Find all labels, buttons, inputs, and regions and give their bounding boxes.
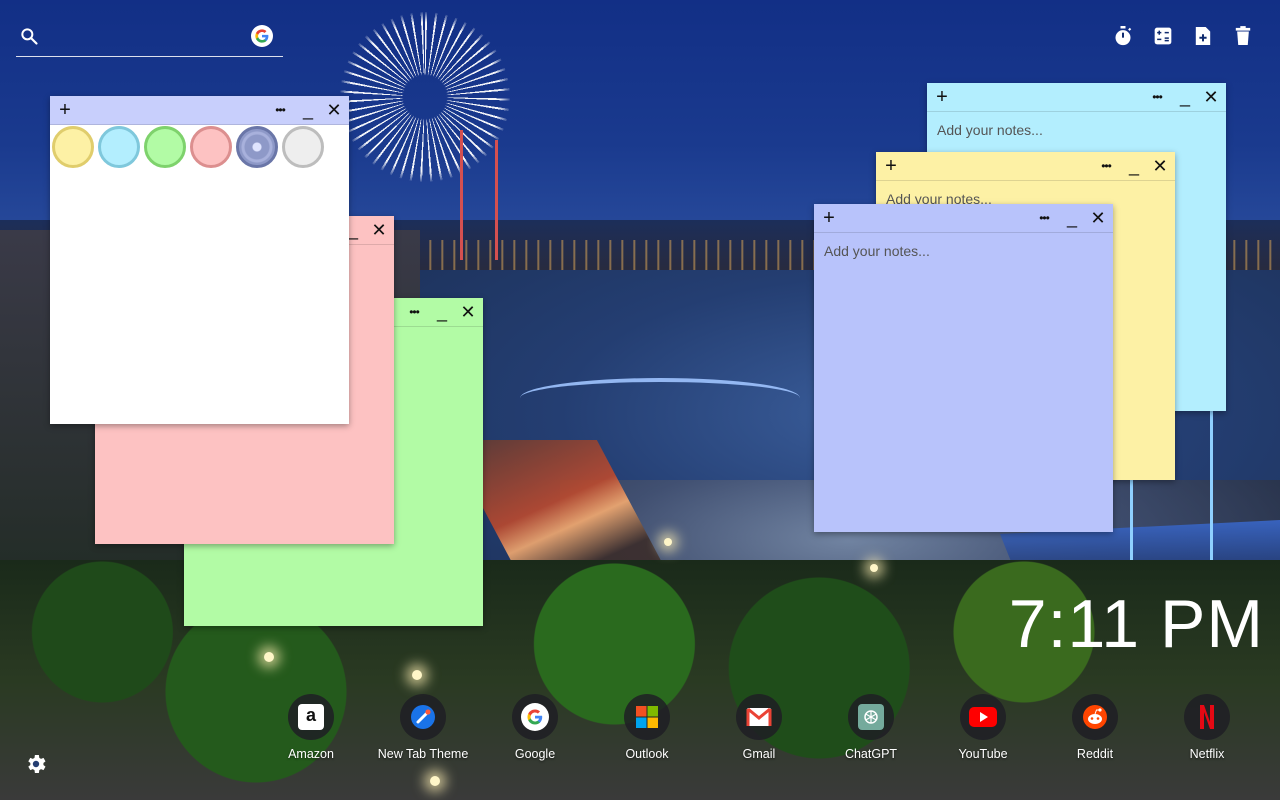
gear-icon[interactable] (24, 752, 48, 776)
calculator-icon[interactable] (1152, 24, 1174, 48)
shortcut-dock: a Amazon New Tab Theme Google Outlook Gm… (255, 694, 1263, 761)
chatgpt-icon[interactable] (848, 694, 894, 740)
sticky-note-white[interactable]: + ••• _ ✕ (50, 96, 349, 424)
close-button[interactable]: ✕ (455, 298, 481, 326)
firework (340, 12, 510, 182)
shortcut-label[interactable]: New Tab Theme (378, 747, 469, 761)
note-menu-button[interactable]: ••• (401, 298, 427, 326)
street-lamp (664, 538, 672, 546)
shortcut-label[interactable]: YouTube (958, 747, 1007, 761)
add-note-button[interactable]: + (929, 83, 955, 111)
minimize-button[interactable]: _ (429, 298, 455, 326)
reddit-icon[interactable] (1072, 694, 1118, 740)
search-bar (16, 20, 283, 57)
color-swatch-white[interactable] (282, 126, 324, 168)
shortcut-amazon[interactable]: a Amazon (255, 694, 367, 761)
crane (495, 140, 498, 260)
street-lamp (264, 652, 274, 662)
shortcut-outlook[interactable]: Outlook (591, 694, 703, 761)
shortcut-label[interactable]: Google (515, 747, 555, 761)
shortcut-gmail[interactable]: Gmail (703, 694, 815, 761)
new-tab-theme-icon[interactable] (400, 694, 446, 740)
shortcut-label[interactable]: Netflix (1190, 747, 1225, 761)
google-icon[interactable] (251, 25, 273, 47)
close-button[interactable]: ✕ (1198, 83, 1224, 111)
note-header[interactable]: + ••• _ ✕ (814, 204, 1113, 233)
street-lamp (870, 564, 878, 572)
street-lamp (430, 776, 440, 786)
note-header[interactable]: + ••• _ ✕ (876, 152, 1175, 181)
note-menu-button[interactable]: ••• (267, 96, 293, 124)
shortcut-label[interactable]: Outlook (625, 747, 668, 761)
search-icon[interactable] (19, 26, 39, 46)
shortcut-chatgpt[interactable]: ChatGPT (815, 694, 927, 761)
note-body[interactable] (50, 176, 349, 424)
color-swatch-blue[interactable] (236, 126, 278, 168)
outlook-icon[interactable] (624, 694, 670, 740)
color-swatch-cyan[interactable] (98, 126, 140, 168)
color-swatch-green[interactable] (144, 126, 186, 168)
clock: 7:11 PM (1008, 586, 1264, 662)
close-button[interactable]: ✕ (1085, 204, 1111, 232)
close-button[interactable]: ✕ (1147, 152, 1173, 180)
google-icon[interactable] (512, 694, 558, 740)
shortcut-netflix[interactable]: Netflix (1151, 694, 1263, 761)
timer-icon[interactable] (1112, 24, 1134, 48)
minimize-button[interactable]: _ (1121, 152, 1147, 180)
close-button[interactable]: ✕ (366, 216, 392, 244)
color-swatch-pink[interactable] (190, 126, 232, 168)
note-menu-button[interactable]: ••• (1093, 152, 1119, 180)
add-note-button[interactable]: + (878, 152, 904, 180)
minimize-button[interactable]: _ (1059, 204, 1085, 232)
ship-mast (1210, 410, 1213, 570)
shortcut-youtube[interactable]: YouTube (927, 694, 1039, 761)
crane (460, 130, 463, 260)
search-input[interactable] (52, 24, 256, 52)
shortcut-label[interactable]: ChatGPT (845, 747, 897, 761)
shortcut-label[interactable]: Gmail (743, 747, 776, 761)
note-body[interactable]: Add your notes... (814, 233, 1113, 532)
gmail-icon[interactable] (736, 694, 782, 740)
youtube-icon[interactable] (960, 694, 1006, 740)
shortcut-google[interactable]: Google (479, 694, 591, 761)
amazon-icon[interactable]: a (288, 694, 334, 740)
note-header[interactable]: + ••• _ ✕ (50, 96, 349, 125)
minimize-button[interactable]: _ (295, 96, 321, 124)
shortcut-new-tab-theme[interactable]: New Tab Theme (367, 694, 479, 761)
note-placeholder[interactable]: Add your notes... (824, 243, 930, 259)
minimize-button[interactable]: _ (1172, 83, 1198, 111)
color-palette (52, 126, 324, 168)
color-swatch-yellow[interactable] (52, 126, 94, 168)
note-menu-button[interactable]: ••• (1031, 204, 1057, 232)
note-header[interactable]: + ••• _ ✕ (927, 83, 1226, 112)
add-note-button[interactable]: + (816, 204, 842, 232)
netflix-icon[interactable] (1184, 694, 1230, 740)
add-note-button[interactable]: + (52, 96, 78, 124)
close-button[interactable]: ✕ (321, 96, 347, 124)
note-placeholder[interactable]: Add your notes... (937, 122, 1043, 138)
sticky-note-blue[interactable]: + ••• _ ✕ Add your notes... (814, 204, 1113, 532)
note-menu-button[interactable]: ••• (1144, 83, 1170, 111)
shortcut-label[interactable]: Reddit (1077, 747, 1113, 761)
add-note-icon[interactable] (1192, 24, 1214, 48)
shortcut-reddit[interactable]: Reddit (1039, 694, 1151, 761)
street-lamp (412, 670, 422, 680)
top-toolbar (1112, 24, 1254, 48)
trash-icon[interactable] (1232, 24, 1254, 48)
shortcut-label[interactable]: Amazon (288, 747, 334, 761)
